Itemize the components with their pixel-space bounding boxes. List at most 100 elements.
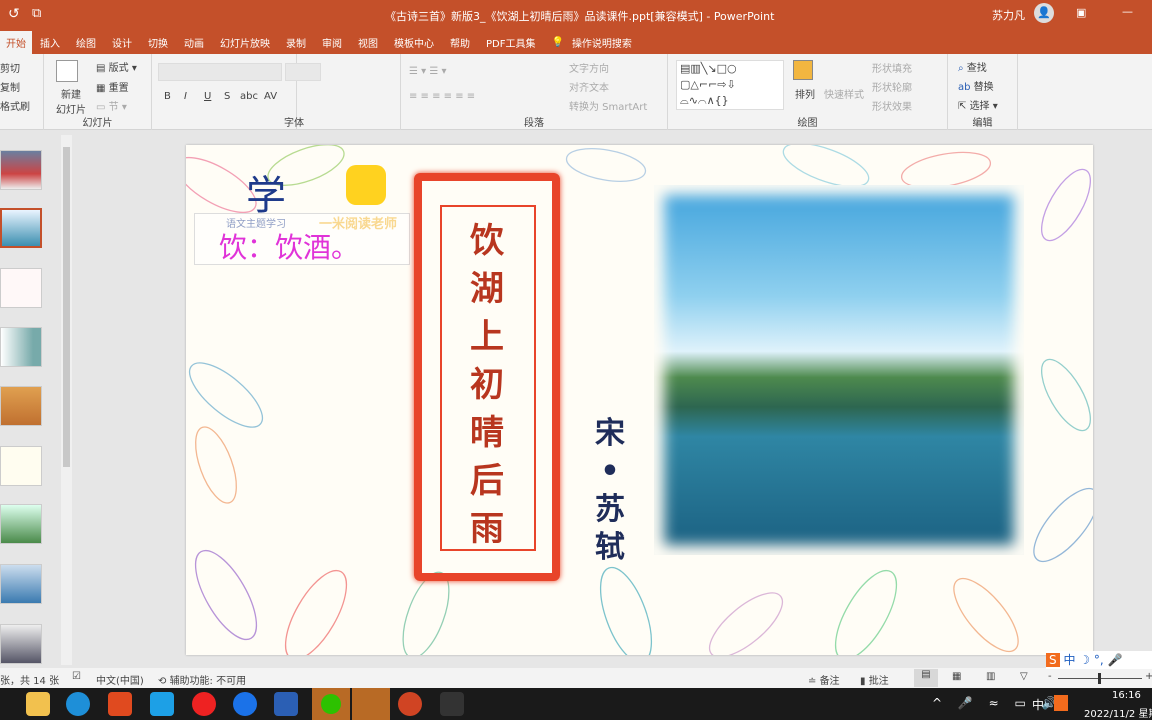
tab-review[interactable]: 审阅 [314,35,350,50]
slide-thumbnail[interactable] [0,504,42,544]
slide-thumbnail-selected[interactable] [0,208,42,248]
bullets-icon[interactable]: ☰ ▾ ☰ ▾ [409,66,447,77]
sogou-tray-icon[interactable] [1054,695,1068,711]
slide-sorter-button[interactable]: ▦ [952,671,961,682]
netease-music-icon[interactable] [192,692,216,716]
title-char: 饮 [470,221,504,261]
text-direction-button[interactable]: 文字方向 [569,60,609,75]
language-status[interactable]: 中文(中国) [96,672,144,687]
powerpoint-icon[interactable] [398,692,422,716]
slide-thumbnail[interactable] [0,624,42,664]
tab-transitions[interactable]: 切换 [140,35,176,50]
replace-button[interactable]: ab 替换 [958,78,994,93]
align-text-button[interactable]: 对齐文本 [569,79,609,94]
new-slide-icon [56,60,78,82]
slide-canvas[interactable]: 学 语文主题学习 一米阅读老师 饮：饮酒。 饮 湖 上 初 晴 后 雨 宋 • … [186,145,1093,655]
tab-record[interactable]: 录制 [278,35,314,50]
note-textbox[interactable]: 饮：饮酒。 [194,213,410,265]
slide-thumbnail[interactable] [0,268,42,308]
strikethrough-button[interactable]: abc [240,91,258,102]
zoom-slider-handle[interactable] [1098,673,1101,684]
shadow-button[interactable]: S [224,91,230,102]
presenter-icon[interactable]: ⧉ [32,6,41,21]
slide-thumbnail[interactable] [0,150,42,190]
ime-indicator[interactable]: 中 [1032,696,1044,713]
comments-button[interactable]: ▮ 批注 [860,672,889,687]
slide-thumbnail[interactable] [0,386,42,426]
shape-effects-button[interactable]: 形状效果 [872,98,912,113]
thumbnail-scrollbar[interactable] [61,135,72,665]
status-bar: 张，共 14 张 ☑ 中文(中国) ⟲ 辅助功能: 不可用 ≐ 备注 ▮ 批注 … [0,668,1152,688]
format-painter-button[interactable]: 格式刷 [0,98,30,113]
clock-date[interactable]: 2022/11/2 星期 [1084,705,1152,720]
lightbulb-icon: 💡 [551,36,564,48]
clock-time[interactable]: 16:16 [1112,690,1141,701]
office-icon[interactable] [108,692,132,716]
underline-button[interactable]: U [204,91,211,102]
spacing-button[interactable]: AV [264,91,277,102]
tab-design[interactable]: 设计 [104,35,140,50]
shape-outline-button[interactable]: 形状轮廓 [872,79,912,94]
avatar[interactable]: 👤 [1034,3,1054,23]
shape-fill-button[interactable]: 形状填充 [872,60,912,75]
wechat-icon[interactable] [312,688,350,720]
tab-slideshow[interactable]: 幻灯片放映 [212,35,278,50]
slide-thumbnail[interactable] [0,327,42,367]
quick-styles-button[interactable]: 快速样式 [824,86,864,101]
tell-me-search[interactable]: 操作说明搜索 [572,35,640,50]
zoom-out-button[interactable]: - [1048,671,1052,682]
normal-view-button[interactable]: ▤ [914,669,938,687]
smartart-button[interactable]: 转换为 SmartArt [569,98,647,113]
select-button[interactable]: ⇱ 选择 ▾ [958,97,998,112]
tab-insert[interactable]: 插入 [32,35,68,50]
font-size-input[interactable] [285,63,321,81]
arrange-button[interactable]: 排列 [795,86,815,101]
notes-button[interactable]: ≐ 备注 [808,672,840,687]
cut-button[interactable]: 剪切 [0,60,20,75]
yimi-logo [346,165,386,205]
tab-home[interactable]: 开始 [0,30,32,54]
slide-thumbnail[interactable] [0,564,42,604]
tab-draw[interactable]: 绘图 [68,35,104,50]
search-app-icon[interactable] [352,688,390,720]
slideshow-button[interactable]: ▽ [1020,671,1028,682]
tab-help[interactable]: 帮助 [442,35,478,50]
file-explorer-icon[interactable] [26,692,50,716]
undo-icon[interactable]: ↺ [8,6,20,22]
minimize-icon[interactable]: — [1122,5,1133,18]
copy-button[interactable]: 复制 [0,79,20,94]
word-icon[interactable] [274,692,298,716]
title-char: 雨 [470,509,504,549]
tab-pdf[interactable]: PDF工具集 [478,35,543,50]
bilibili-icon[interactable] [150,692,174,716]
spellcheck-icon[interactable]: ☑ [72,671,81,682]
scrollbar-thumb[interactable] [63,147,70,467]
tab-animations[interactable]: 动画 [176,35,212,50]
align-icons[interactable]: ≡ ≡ ≡ ≡ ≡ ≡ [409,91,475,102]
section-button[interactable]: ▭ 节 ▾ [96,98,127,113]
note-text: 饮：饮酒。 [219,231,360,264]
title-bar: ↺ ⧉ 《古诗三首》新版3_《饮湖上初晴后雨》品读课件.ppt[兼容模式] - … [0,0,1152,30]
italic-button[interactable]: I [184,91,187,102]
ribbon-display-icon[interactable]: ▣ [1076,6,1086,19]
font-group-label: 字体 [284,118,304,129]
reading-view-button[interactable]: ▥ [986,671,995,682]
find-button[interactable]: ⌕ 查找 [958,59,987,74]
tab-template[interactable]: 模板中心 [386,35,442,50]
slide-thumbnail[interactable] [0,446,42,486]
layout-button[interactable]: ▤ 版式 ▾ [96,59,137,74]
edge-icon[interactable] [66,692,90,716]
font-name-input[interactable] [158,63,282,81]
new-slide-button[interactable]: 新建 幻灯片 [56,86,86,116]
shapes-gallery[interactable]: ▤▥╲↘□○ ▢△⌐⌐⇨⇩ ⌓∿⌒∧{} [676,60,784,110]
tab-view[interactable]: 视图 [350,35,386,50]
west-lake-photo[interactable] [654,185,1024,555]
reset-button[interactable]: ▦ 重置 [96,79,129,94]
ime-toolbar[interactable]: S 中 ☽ °, 🎤 [1046,651,1152,669]
bold-button[interactable]: B [164,91,171,102]
app-icon[interactable] [440,692,464,716]
title-frame[interactable]: 饮 湖 上 初 晴 后 雨 [414,173,560,581]
p-app-icon[interactable] [233,692,257,716]
accessibility-status[interactable]: ⟲ 辅助功能: 不可用 [158,672,246,687]
zoom-in-button[interactable]: + [1145,671,1152,682]
